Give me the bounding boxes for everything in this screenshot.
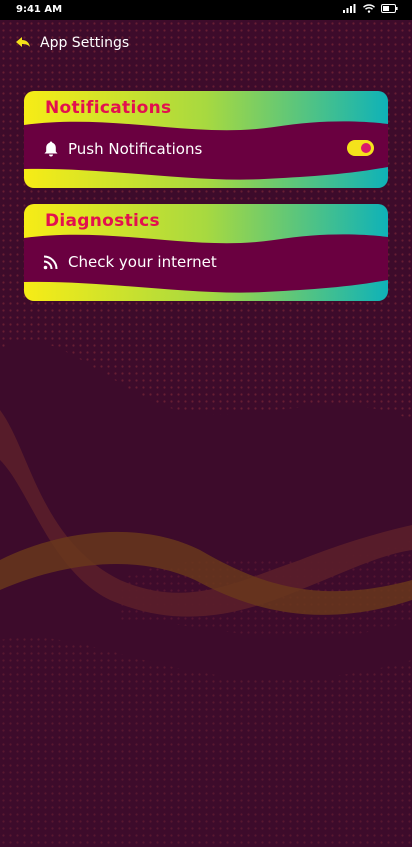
top-bar: App Settings: [14, 33, 129, 53]
wifi-icon: [363, 4, 375, 16]
check-internet-label: Check your internet: [68, 253, 217, 271]
notifications-title: Notifications: [45, 98, 172, 118]
status-bar: 9:41 AM: [0, 0, 412, 20]
status-icons: [343, 4, 398, 16]
push-notifications-row[interactable]: Push Notifications: [42, 140, 202, 158]
back-arrow-icon[interactable]: [14, 34, 32, 52]
page-title: App Settings: [40, 35, 130, 51]
push-notifications-label: Push Notifications: [68, 140, 203, 158]
status-time: 9:41 AM: [16, 4, 63, 15]
notifications-card: Notifications Push Notifications: [24, 91, 388, 188]
push-notifications-toggle[interactable]: [347, 140, 374, 156]
signal-icon: [343, 4, 357, 16]
battery-icon: [381, 4, 398, 16]
diagnostics-title: Diagnostics: [45, 211, 160, 231]
rss-feed-icon: [42, 253, 60, 271]
diagnostics-card: Diagnostics Check your internet: [24, 204, 388, 301]
check-internet-row[interactable]: Check your internet: [42, 253, 217, 271]
bell-icon: [42, 140, 60, 158]
toggle-knob: [361, 143, 371, 153]
